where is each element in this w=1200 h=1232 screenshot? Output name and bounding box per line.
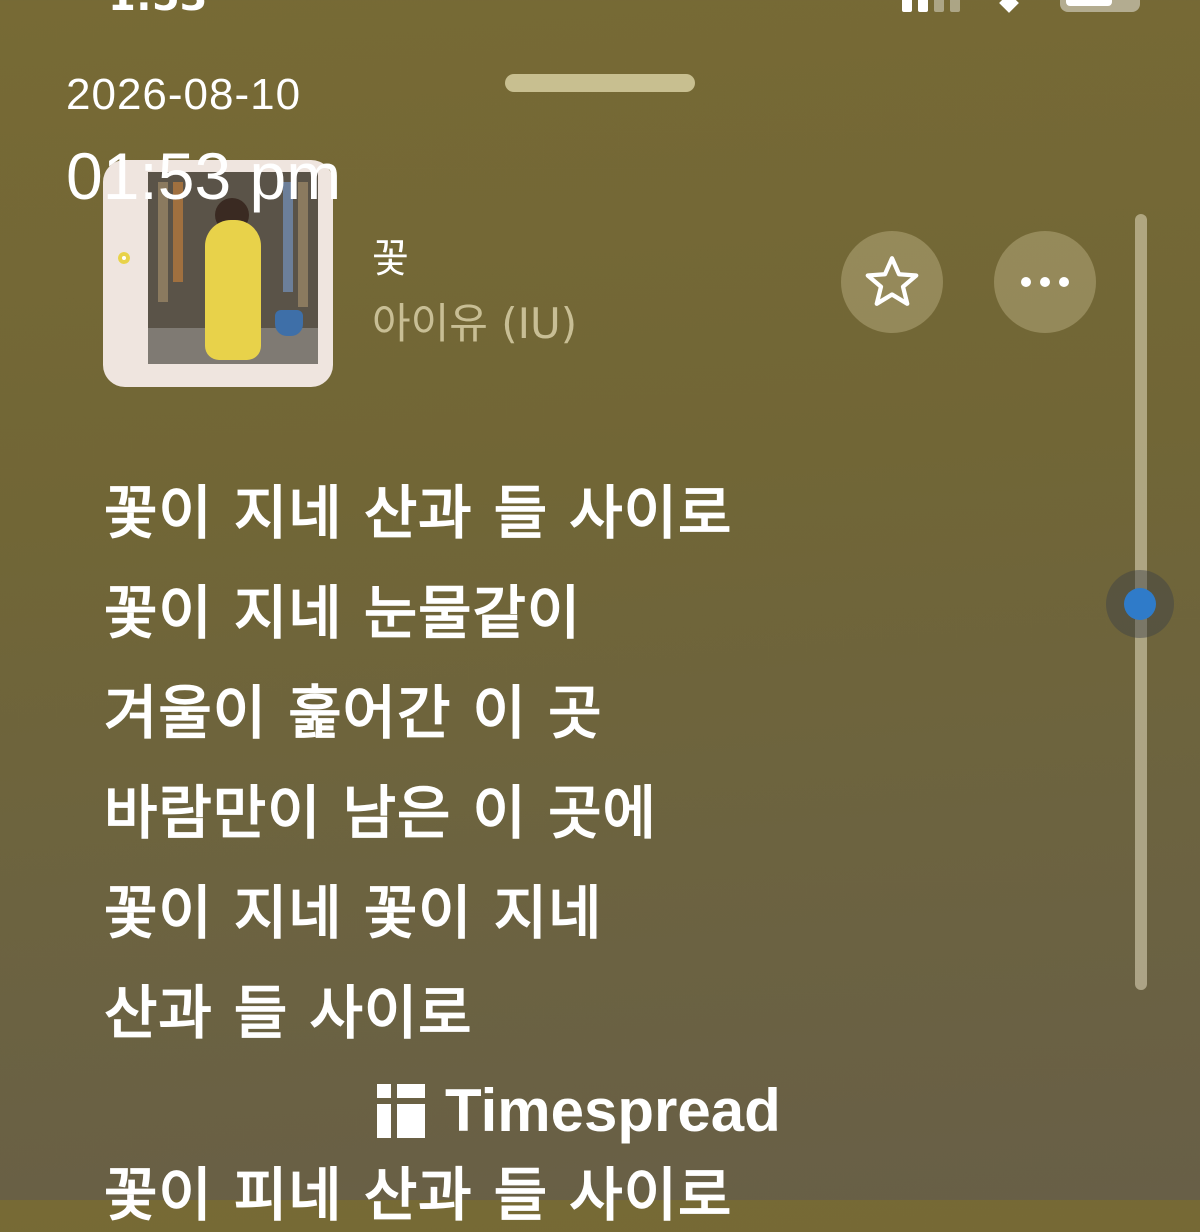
lyric-line[interactable]: 꽃이 지네 산과 들 사이로: [104, 466, 732, 550]
status-time: 1:53: [108, 0, 208, 20]
lyric-line[interactable]: 꽃이 피네 산과 들 사이로: [104, 1148, 732, 1232]
timespread-logo-icon: [377, 1083, 425, 1138]
timestamp-date: 2026-08-10: [66, 70, 302, 119]
more-options-button[interactable]: [994, 231, 1096, 333]
song-artist[interactable]: 아이유 (IU): [372, 290, 577, 351]
ellipsis-icon: [1021, 277, 1069, 287]
timestamp-time: 01:53 pm: [66, 139, 342, 213]
artwork-figure: [205, 220, 261, 360]
wifi-icon: [1000, 0, 1020, 12]
lyric-line[interactable]: 산과 들 사이로: [104, 966, 473, 1050]
favorite-button[interactable]: [841, 231, 943, 333]
sheet-grabber-handle[interactable]: [505, 74, 695, 92]
battery-icon: [1060, 0, 1140, 12]
lyric-line[interactable]: 꽃이 지네 꽃이 지네: [104, 866, 602, 950]
lyric-line[interactable]: 꽃이 지네 눈물같이: [104, 566, 581, 650]
star-outline-icon: [865, 256, 919, 306]
lyric-line[interactable]: 바람만이 남은 이 곳에: [104, 766, 657, 850]
artwork-pot: [275, 310, 303, 336]
status-icons: [902, 0, 1140, 12]
timespread-watermark: Timespread: [377, 1076, 781, 1145]
cellular-signal-icon: [902, 0, 960, 12]
watermark-text: Timespread: [445, 1077, 781, 1144]
lyric-line[interactable]: 겨울이 훑어간 이 곳: [104, 666, 602, 750]
song-title: 꽃: [372, 236, 409, 282]
lyrics-scrollbar-thumb[interactable]: [1124, 588, 1156, 620]
artwork-flower-icon: [118, 252, 130, 264]
